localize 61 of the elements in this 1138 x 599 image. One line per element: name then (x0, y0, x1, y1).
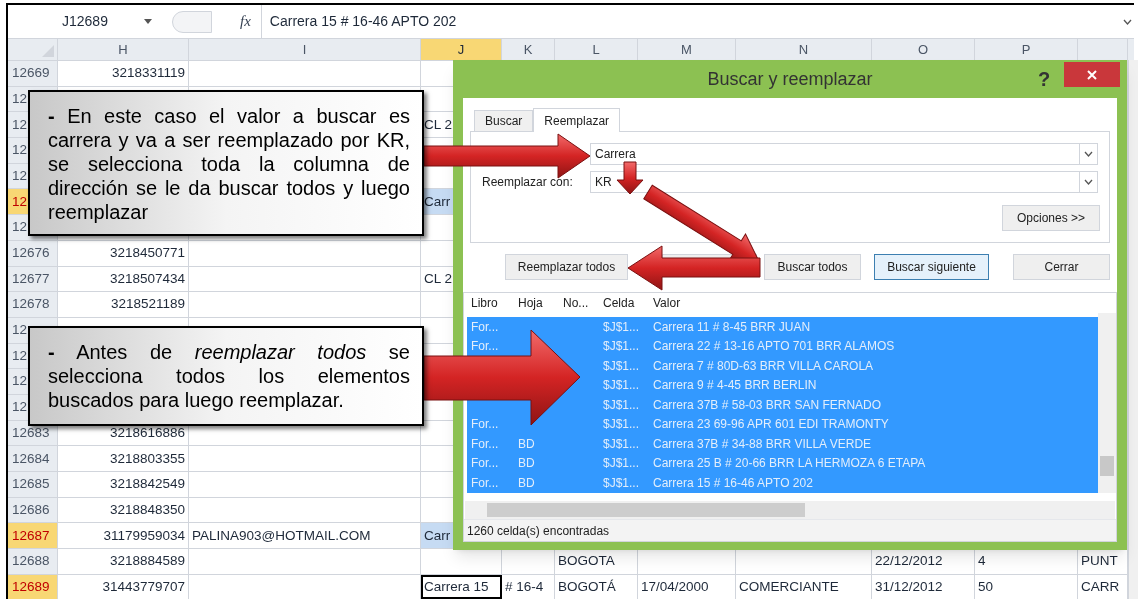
table-cell[interactable]: 3218521189 (58, 292, 189, 317)
column-header[interactable]: H (58, 39, 189, 60)
column-header[interactable]: Valor (653, 294, 1094, 312)
dialog-button[interactable]: Buscar todos (764, 254, 861, 280)
dialog-button[interactable]: Reemplazar todos (505, 254, 628, 280)
function-label[interactable]: fx (240, 10, 251, 33)
results-list[interactable] (463, 292, 1117, 542)
row-header[interactable]: 12678 (8, 292, 58, 317)
row-header[interactable]: 12685 (8, 472, 58, 497)
scrollbar[interactable] (465, 501, 1115, 519)
callout-text: - En este caso el valor a buscar es carrera y va a ser reemplazado por KR, se selecciona toda la columna de dirección se le da buscar todos y luego reemplazar (48, 104, 410, 224)
column-header[interactable]: Libro (471, 294, 518, 312)
column-header[interactable]: J (421, 39, 502, 60)
status-text: 1260 celda(s) encontradas (467, 522, 610, 540)
formula-controls-icon (172, 10, 212, 33)
table-cell[interactable]: 50 (975, 574, 1078, 599)
row-header[interactable]: 12686 (8, 497, 58, 523)
combo-field[interactable]: Carrera (590, 143, 1098, 165)
dropdown-icon[interactable] (144, 19, 152, 24)
scrollbar[interactable] (1098, 313, 1116, 493)
close-button[interactable] (1064, 62, 1120, 87)
formula-field[interactable]: Carrera 15 # 16-46 APTO 202 (260, 4, 1123, 39)
help-button[interactable]: ? (1038, 64, 1051, 94)
dialog-button[interactable]: Cerrar (1013, 254, 1110, 280)
column-header[interactable]: Hoja (518, 294, 563, 312)
row-header[interactable]: 12676 (8, 240, 58, 266)
table-cell[interactable]: 3218884589 (58, 549, 189, 574)
table-cell[interactable]: BOGOTÁ (555, 574, 638, 599)
table-cell[interactable]: Carrera 15 (421, 574, 502, 599)
row-header[interactable]: 12688 (8, 549, 58, 574)
column-header[interactable]: No... (563, 294, 603, 312)
combo-field[interactable]: KR (590, 171, 1098, 193)
table-cell[interactable]: 3218450771 (58, 240, 189, 266)
name-box[interactable]: J12689 (10, 9, 160, 34)
row-header[interactable]: 12669 (8, 61, 58, 86)
tab[interactable]: Buscar (474, 110, 534, 131)
table-cell[interactable]: 3218842549 (58, 472, 189, 497)
tab[interactable]: Reemplazar (533, 108, 621, 132)
table-cell[interactable]: 3218507434 (58, 266, 189, 292)
table-cell[interactable]: 17/04/2000 (638, 574, 736, 599)
table-cell[interactable]: 3218331119 (58, 61, 189, 86)
table-cell[interactable]: # 16-4 (502, 574, 555, 599)
expand-icon[interactable] (1123, 18, 1132, 25)
table-cell[interactable]: COMERCIANTE (736, 574, 872, 599)
callout-text: - Antes de reemplazar todos se selecciona todos los elementos buscados para luego reemplazar. (48, 340, 410, 412)
dialog-button[interactable]: Buscar siguiente (874, 254, 989, 280)
row-header[interactable]: 12689 (8, 574, 58, 599)
table-cell[interactable]: 3218848350 (58, 497, 189, 523)
row-header[interactable]: 12677 (8, 266, 58, 292)
table-cell[interactable]: 31443779707 (58, 574, 189, 599)
row-header[interactable]: 12684 (8, 446, 58, 471)
row-header[interactable]: 12687 (8, 523, 58, 549)
field-label: Reemplazar con: (482, 174, 574, 191)
options-button[interactable]: Opciones >> (1002, 205, 1100, 231)
column-header[interactable]: Celda (603, 294, 653, 312)
scrollbar[interactable] (1128, 60, 1138, 599)
close-icon (1087, 69, 1097, 80)
dialog-title: Buscar y reemplazar (707, 67, 873, 91)
table-cell[interactable]: 31/12/2012 (872, 574, 975, 599)
table-cell[interactable]: 31179959034 (58, 523, 189, 549)
table-cell[interactable]: 3218803355 (58, 446, 189, 471)
